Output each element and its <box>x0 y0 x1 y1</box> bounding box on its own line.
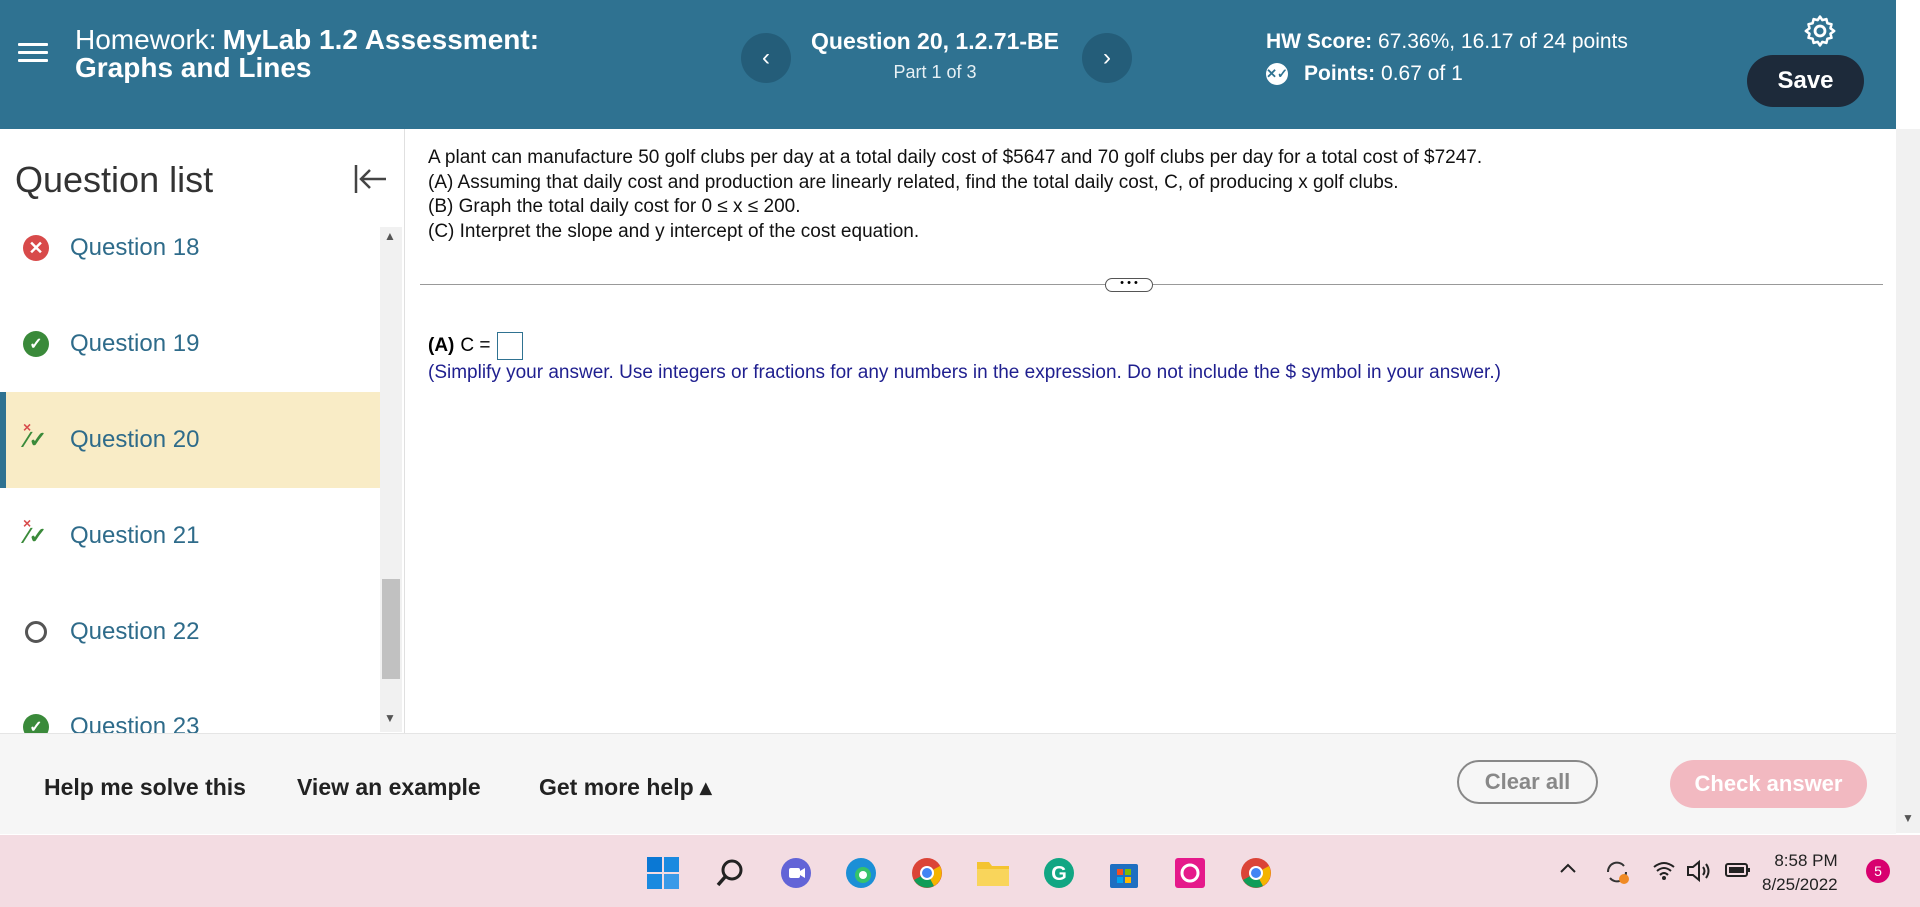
scroll-up-arrow-icon[interactable]: ▲ <box>384 229 396 243</box>
chrome-active-window-icon[interactable] <box>1238 855 1274 891</box>
question-item-22[interactable]: Question 22 <box>0 584 378 680</box>
problem-line-4: (C) Interpret the slope and y intercept … <box>428 220 920 242</box>
question-item-18[interactable]: ✕ Question 18 <box>0 200 378 296</box>
page-scroll-down-icon[interactable]: ▼ <box>1902 811 1914 825</box>
question-item-20[interactable]: × ∕✓ Question 20 <box>0 392 384 488</box>
unanswered-circle-icon <box>25 621 47 643</box>
bottom-toolbar: Help me solve this View an example Get m… <box>0 733 1896 834</box>
save-button[interactable]: Save <box>1747 55 1864 107</box>
teams-chat-icon[interactable] <box>778 855 814 891</box>
chrome-browser-icon[interactable] <box>909 855 945 891</box>
sync-icon[interactable] <box>1604 859 1630 890</box>
help-me-solve-button[interactable]: Help me solve this <box>44 774 246 801</box>
get-more-help-button[interactable]: Get more help ▴ <box>539 774 712 801</box>
search-icon[interactable] <box>712 855 748 891</box>
hw-score-label: HW Score: <box>1266 30 1373 53</box>
points-label: Points: <box>1304 62 1376 85</box>
question-item-label: Question 19 <box>70 330 200 357</box>
microsoft-store-icon[interactable] <box>1106 855 1142 891</box>
question-content: A plant can manufacture 50 golf clubs pe… <box>405 129 1896 733</box>
problem-line-1: A plant can manufacture 50 golf clubs pe… <box>428 147 1483 168</box>
answer-row: (A) C = <box>428 332 523 360</box>
file-explorer-icon[interactable] <box>975 855 1011 891</box>
question-info: Question 20, 1.2.71-BE Part 1 of 3 <box>800 28 1070 83</box>
homework-title-line2: Graphs and Lines <box>75 52 312 83</box>
clock-date: 8/25/2022 <box>1762 875 1838 894</box>
answer-variable: C = <box>460 335 491 356</box>
partial-credit-icon: × ∕✓ <box>22 515 48 548</box>
clear-all-button[interactable]: Clear all <box>1457 760 1598 804</box>
partial-credit-icon: × ∕✓ <box>22 419 48 452</box>
score-panel: HW Score: 67.36%, 16.17 of 24 points ✕✓ P… <box>1266 30 1628 86</box>
next-question-button[interactable]: › <box>1082 33 1132 83</box>
question-part: Part 1 of 3 <box>893 62 977 82</box>
homework-prefix: Homework: <box>75 24 217 55</box>
alexa-app-icon[interactable] <box>1172 855 1208 891</box>
points-value: 0.67 of 1 <box>1381 62 1463 85</box>
question-list-sidebar: Question list ✕ Question 18 ✓ Question 1… <box>0 129 405 733</box>
problem-line-2: (A) Assuming that daily cost and product… <box>428 171 1399 193</box>
check-answer-button[interactable]: Check answer <box>1670 760 1867 808</box>
clock-time: 8:58 PM <box>1774 851 1838 870</box>
chevron-up-icon[interactable] <box>1558 859 1578 884</box>
system-clock[interactable]: 8:58 PM 8/25/2022 <box>1762 849 1838 897</box>
windows-taskbar: G 8:58 PM 8/25/2022 5 <box>0 835 1920 907</box>
question-title: Question 20, 1.2.71-BE <box>811 28 1059 54</box>
view-example-button[interactable]: View an example <box>297 774 481 801</box>
collapse-sidebar-icon[interactable] <box>350 159 390 199</box>
homework-title-line1: MyLab 1.2 Assessment: <box>222 24 540 55</box>
wifi-icon[interactable] <box>1652 859 1676 886</box>
svg-text:G: G <box>1051 863 1067 885</box>
question-item-19[interactable]: ✓ Question 19 <box>0 296 378 392</box>
answer-hint: (Simplify your answer. Use integers or f… <box>428 362 1501 383</box>
page-scrollbar[interactable]: ▼ <box>1896 129 1920 833</box>
answer-part-label: (A) <box>428 335 455 356</box>
question-item-21[interactable]: × ∕✓ Question 21 <box>0 488 378 584</box>
volume-icon[interactable] <box>1686 859 1714 888</box>
question-list-title: Question list <box>15 159 214 200</box>
question-item-label: Question 21 <box>70 522 200 549</box>
problem-line-3: (B) Graph the total daily cost for 0 ≤ x… <box>428 196 801 217</box>
hw-score-value: 67.36%, 16.17 of 24 points <box>1378 30 1628 53</box>
gear-icon[interactable] <box>1803 14 1837 48</box>
question-item-label: Question 22 <box>70 618 200 645</box>
correct-icon: ✓ <box>23 714 49 733</box>
previous-question-button[interactable]: ‹ <box>741 33 791 83</box>
divider-drag-handle[interactable]: • • • <box>1105 278 1153 292</box>
answer-input[interactable] <box>496 332 523 360</box>
grammarly-icon[interactable]: G <box>1041 855 1077 891</box>
notification-badge[interactable]: 5 <box>1866 859 1890 883</box>
edge-browser-icon[interactable] <box>843 855 879 891</box>
windows-start-icon[interactable] <box>645 855 681 891</box>
question-item-label: Question 20 <box>70 426 200 453</box>
incorrect-icon: ✕ <box>23 235 49 261</box>
question-item-label: Question 23 <box>70 713 200 733</box>
hamburger-menu-icon[interactable] <box>18 38 48 68</box>
problem-statement: A plant can manufacture 50 golf clubs pe… <box>428 146 1482 244</box>
battery-icon[interactable] <box>1724 859 1752 886</box>
question-item-label: Question 18 <box>70 234 200 261</box>
question-item-23[interactable]: ✓ Question 23 <box>0 679 378 733</box>
partial-credit-icon: ✕✓ <box>1266 63 1288 85</box>
scrollbar-thumb[interactable] <box>382 579 400 679</box>
scroll-down-arrow-icon[interactable]: ▼ <box>384 711 396 725</box>
top-header: Homework: MyLab 1.2 Assessment: Graphs an… <box>0 0 1896 129</box>
correct-icon: ✓ <box>23 331 49 357</box>
homework-title: Homework: MyLab 1.2 Assessment: Graphs an… <box>75 26 539 82</box>
